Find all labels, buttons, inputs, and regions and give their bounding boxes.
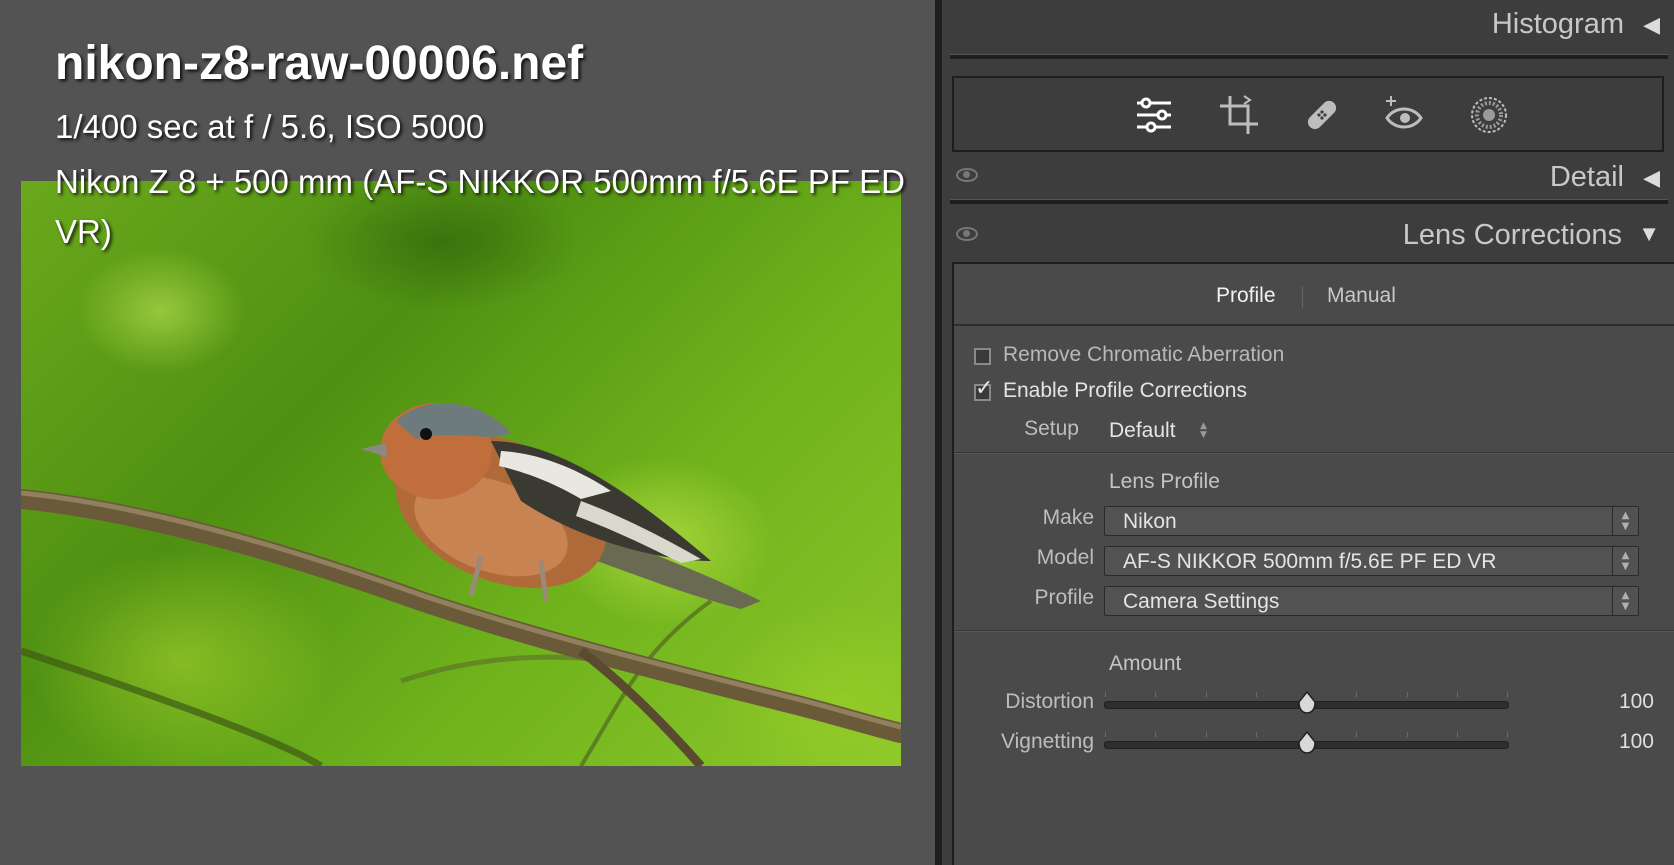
profile-label: Profile [1034, 586, 1094, 609]
tab-separator [1302, 286, 1303, 308]
exposure-info-overlay: 1/400 sec at f / 5.6, ISO 5000 [55, 108, 485, 145]
slider-tick [1407, 692, 1408, 697]
mask-icon[interactable] [1464, 90, 1514, 140]
slider-tick [1356, 732, 1357, 737]
bird-photo[interactable] [21, 181, 901, 766]
lens-profile-title: Lens Profile [1109, 470, 1220, 493]
enable-profile-corrections-checkbox[interactable]: ✓ [974, 378, 993, 401]
crop-icon[interactable] [1214, 90, 1264, 140]
histogram-title: Histogram [1491, 8, 1624, 40]
red-eye-icon[interactable] [1379, 90, 1429, 140]
vignetting-slider-thumb[interactable] [1297, 730, 1317, 755]
model-value: AF-S NIKKOR 500mm f/5.6E PF ED VR [1123, 550, 1497, 573]
detail-title: Detail [1549, 161, 1624, 193]
slider-tick [1206, 732, 1207, 737]
section-separator [954, 630, 1674, 632]
amount-title: Amount [1109, 652, 1182, 675]
section-separator [954, 452, 1674, 454]
profile-value: Camera Settings [1123, 590, 1280, 613]
slider-tick [1457, 692, 1458, 697]
lens-corrections-title: Lens Corrections [1402, 219, 1622, 251]
healing-icon[interactable] [1297, 90, 1347, 140]
slider-tick [1155, 732, 1156, 737]
slider-tick [1507, 732, 1508, 737]
visibility-eye-icon[interactable] [956, 227, 978, 241]
distortion-slider-thumb[interactable] [1297, 690, 1317, 715]
slider-tick [1105, 692, 1106, 697]
lens-corrections-panel: Profile Manual Remove Chromatic Aberrati… [952, 262, 1674, 865]
up-down-arrows-icon[interactable]: ▲ ▼ [1200, 422, 1207, 440]
photo-scene [21, 403, 901, 766]
panel-separator [950, 54, 1668, 59]
setup-label: Setup [1024, 417, 1079, 440]
file-name-overlay: nikon-z8-raw-00006.nef [55, 37, 584, 90]
vignetting-slider[interactable] [1104, 730, 1509, 754]
remove-chromatic-aberration-checkbox[interactable] [974, 348, 991, 365]
slider-tick [1206, 692, 1207, 697]
expanded-triangle-icon[interactable]: ▼ [1638, 221, 1660, 247]
lens-info-overlay: Nikon Z 8 + 500 mm (AF-S NIKKOR 500mm f/… [55, 163, 905, 250]
up-down-arrows-icon: ▲ ▼ [1612, 547, 1638, 575]
collapsed-triangle-icon[interactable]: ◀ [1643, 12, 1660, 38]
adjustments-icon[interactable] [1129, 90, 1179, 140]
develop-right-panel: Histogram ◀ Detail ◀ Lens Corrections ▼ … [942, 0, 1674, 865]
slider-tick [1105, 732, 1106, 737]
tab-profile[interactable]: Profile [1216, 284, 1276, 308]
vignetting-label: Vignetting [1000, 730, 1094, 753]
collapsed-triangle-icon[interactable]: ◀ [1643, 165, 1660, 191]
model-dropdown[interactable]: AF-S NIKKOR 500mm f/5.6E PF ED VR ▲ ▼ [1104, 546, 1639, 576]
slider-tick [1155, 692, 1156, 697]
remove-chromatic-aberration-label[interactable]: Remove Chromatic Aberration [1003, 343, 1284, 367]
distortion-label: Distortion [1005, 690, 1094, 713]
slider-tick [1256, 692, 1257, 697]
up-down-arrows-icon: ▲ ▼ [1612, 587, 1638, 615]
distortion-slider[interactable] [1104, 690, 1509, 714]
model-label: Model [1036, 546, 1094, 569]
slider-tick [1507, 692, 1508, 697]
distortion-value[interactable]: 100 [1619, 690, 1654, 714]
panel-separator [950, 199, 1668, 204]
setup-dropdown[interactable]: Default [1109, 419, 1176, 443]
up-down-arrows-icon: ▲ ▼ [1612, 507, 1638, 535]
visibility-eye-icon[interactable] [956, 168, 978, 182]
detail-header[interactable]: Detail ◀ [942, 160, 1674, 198]
vignetting-value[interactable]: 100 [1619, 730, 1654, 754]
checkmark-icon: ✓ [975, 376, 994, 401]
slider-tick [1256, 732, 1257, 737]
tool-strip [952, 76, 1664, 152]
slider-tick [1407, 732, 1408, 737]
make-label: Make [1042, 506, 1094, 529]
lens-corrections-tabs: Profile Manual [954, 264, 1674, 326]
make-dropdown[interactable]: Nikon ▲ ▼ [1104, 506, 1639, 536]
slider-tick [1457, 732, 1458, 737]
tab-manual[interactable]: Manual [1327, 284, 1396, 308]
profile-dropdown[interactable]: Camera Settings ▲ ▼ [1104, 586, 1639, 616]
histogram-header[interactable]: Histogram ◀ [942, 0, 1674, 54]
lens-corrections-header[interactable]: Lens Corrections ▼ [942, 208, 1674, 258]
enable-profile-corrections-label[interactable]: Enable Profile Corrections [1003, 379, 1247, 403]
make-value: Nikon [1123, 510, 1177, 533]
slider-tick [1356, 692, 1357, 697]
photo-viewer[interactable]: nikon-z8-raw-00006.nef 1/400 sec at f / … [0, 0, 935, 865]
